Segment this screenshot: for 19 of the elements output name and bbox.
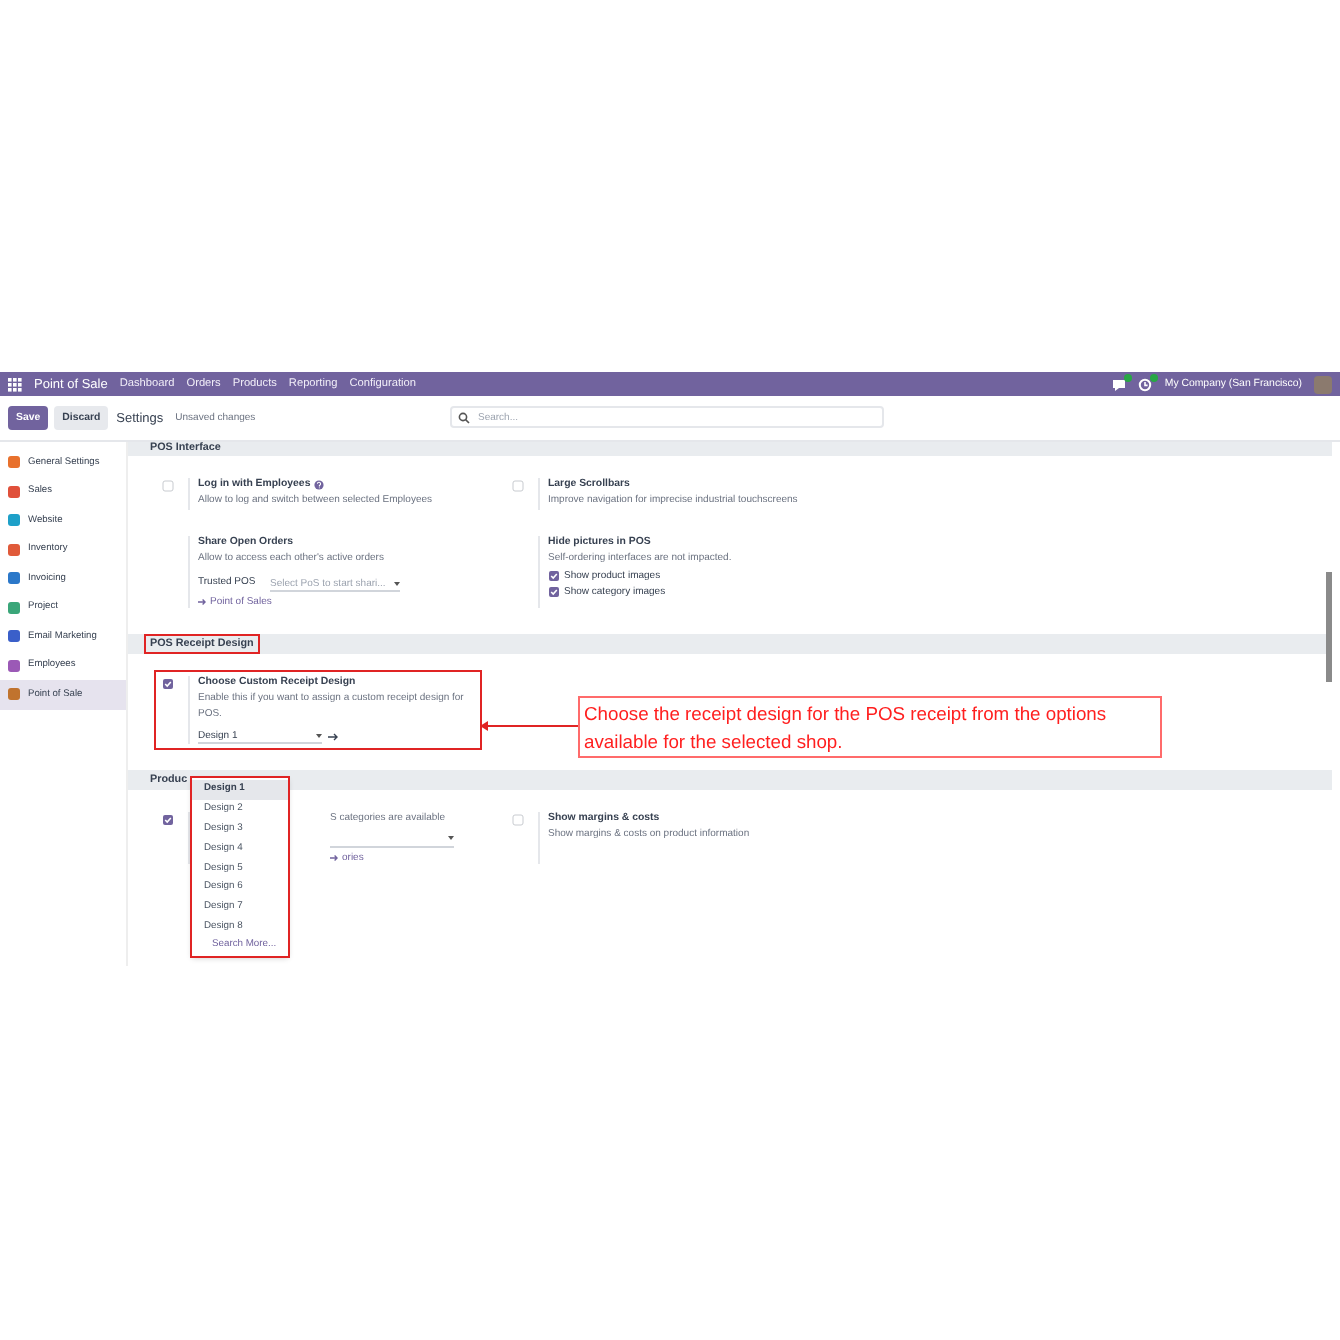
notification-dot <box>1150 373 1159 381</box>
caret-icon <box>448 836 454 840</box>
apps-grid-icon[interactable] <box>8 377 22 391</box>
annotation-callout: Choose the receipt design for the POS receipt from the options available for the selected shop. <box>578 696 1162 759</box>
arrow-right-icon <box>198 598 206 606</box>
caret-icon <box>394 581 400 585</box>
select-field[interactable] <box>330 831 454 847</box>
help-icon[interactable] <box>314 479 325 489</box>
arrow-right-icon <box>330 853 338 861</box>
clock-icon[interactable] <box>1138 377 1153 391</box>
caret-icon <box>316 733 322 737</box>
search-icon <box>458 411 470 423</box>
notification-dot <box>1124 373 1133 381</box>
annotation-arrow <box>480 720 578 732</box>
checkbox[interactable] <box>512 480 524 492</box>
checkbox[interactable] <box>512 814 524 826</box>
arrow-right-icon[interactable] <box>328 731 338 741</box>
chat-icon[interactable] <box>1112 377 1127 391</box>
checkbox[interactable] <box>162 480 174 492</box>
